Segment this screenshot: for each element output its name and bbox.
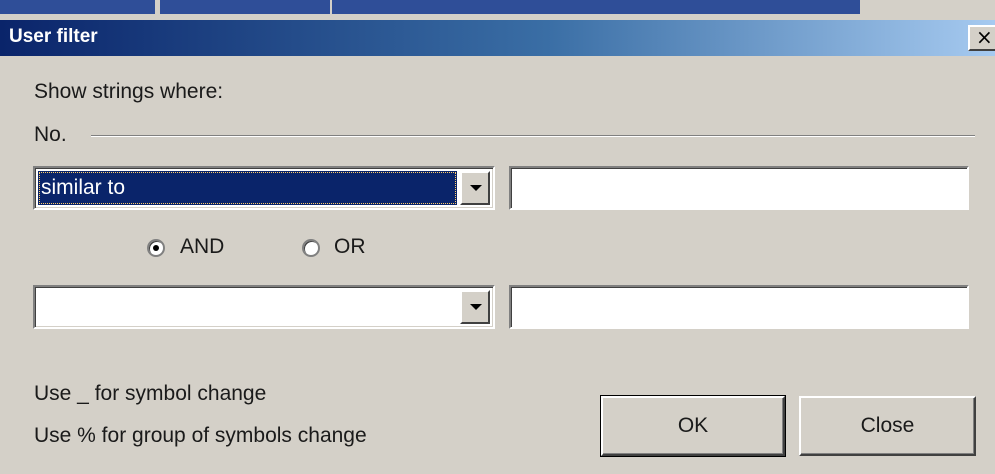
field-group-label: No. bbox=[34, 123, 67, 146]
operator-select-1-value: similar to bbox=[38, 171, 457, 205]
operator-select-2[interactable] bbox=[33, 285, 495, 329]
background-window-strip bbox=[0, 0, 995, 20]
background-divider bbox=[330, 0, 332, 14]
value-input-2[interactable] bbox=[509, 285, 969, 329]
background-tab bbox=[0, 0, 155, 14]
filter-prompt: Show strings where: bbox=[34, 80, 224, 103]
and-label[interactable]: AND bbox=[180, 235, 224, 259]
group-divider bbox=[91, 135, 975, 137]
or-label[interactable]: OR bbox=[334, 235, 366, 259]
title-bar[interactable]: User filter × bbox=[0, 20, 995, 56]
operator-select-1[interactable]: similar to bbox=[33, 166, 495, 210]
or-radio[interactable] bbox=[302, 239, 320, 257]
operator-select-2-value bbox=[38, 290, 457, 324]
window-title: User filter bbox=[9, 26, 98, 47]
chevron-down-icon[interactable] bbox=[460, 171, 490, 205]
chevron-down-icon[interactable] bbox=[460, 290, 490, 324]
background-header bbox=[160, 0, 860, 14]
value-input-1[interactable] bbox=[509, 166, 969, 210]
hint-percent: Use % for group of symbols change bbox=[34, 424, 367, 447]
close-button[interactable]: Close bbox=[799, 396, 976, 456]
hint-underscore: Use _ for symbol change bbox=[34, 382, 267, 405]
ok-button[interactable]: OK bbox=[600, 395, 786, 457]
and-radio[interactable] bbox=[147, 239, 165, 257]
close-icon[interactable]: × bbox=[968, 25, 995, 51]
